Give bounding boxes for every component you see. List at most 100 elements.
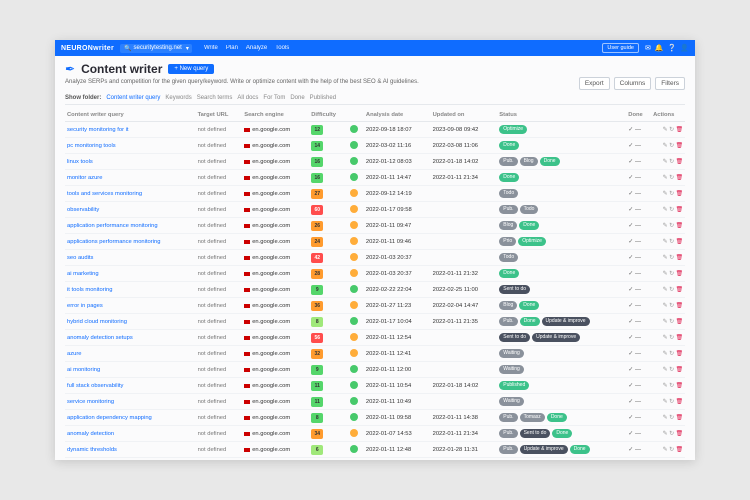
- refresh-icon[interactable]: ↻: [669, 351, 674, 357]
- done-icon[interactable]: ✓ —: [628, 271, 641, 277]
- query-link[interactable]: ai monitoring: [67, 367, 100, 373]
- status-pill[interactable]: Todo: [499, 253, 518, 262]
- done-icon[interactable]: ✓ —: [628, 239, 641, 245]
- col-header[interactable]: Status: [497, 109, 626, 122]
- status-pill[interactable]: Done: [499, 269, 519, 278]
- refresh-icon[interactable]: ↻: [669, 255, 674, 261]
- done-icon[interactable]: ✓ —: [628, 287, 641, 293]
- delete-icon[interactable]: 🗑: [676, 143, 683, 149]
- refresh-icon[interactable]: ↻: [669, 223, 674, 229]
- project-search[interactable]: 🔍 securitytesting.net ▾: [120, 44, 192, 53]
- refresh-icon[interactable]: ↻: [669, 207, 674, 213]
- done-icon[interactable]: ✓ —: [628, 335, 641, 341]
- edit-icon[interactable]: ✎: [663, 287, 668, 293]
- status-pill[interactable]: Done: [519, 301, 539, 310]
- query-link[interactable]: full stack observability: [67, 383, 123, 389]
- edit-icon[interactable]: ✎: [663, 175, 668, 181]
- query-link[interactable]: applications performance monitoring: [67, 239, 160, 245]
- refresh-icon[interactable]: ↻: [669, 367, 674, 373]
- query-link[interactable]: anomaly detection setups: [67, 335, 133, 341]
- status-pill[interactable]: Sent to do: [499, 285, 530, 294]
- help-icon[interactable]: ❔: [668, 44, 677, 52]
- status-pill[interactable]: Optimize: [499, 125, 527, 134]
- query-link[interactable]: hybrid cloud monitoring: [67, 319, 127, 325]
- query-link[interactable]: observability: [67, 207, 99, 213]
- query-link[interactable]: security monitoring for it: [67, 127, 129, 133]
- edit-icon[interactable]: ✎: [663, 335, 668, 341]
- status-pill[interactable]: Done: [540, 157, 560, 166]
- query-link[interactable]: dynamic thresholds: [67, 447, 117, 453]
- done-icon[interactable]: ✓ —: [628, 319, 641, 325]
- delete-icon[interactable]: 🗑: [676, 271, 683, 277]
- col-header[interactable]: Search engine: [242, 109, 309, 122]
- status-pill[interactable]: Todo: [499, 189, 518, 198]
- done-icon[interactable]: ✓ —: [628, 383, 641, 389]
- delete-icon[interactable]: 🗑: [676, 191, 683, 197]
- query-link[interactable]: anomaly detection: [67, 431, 114, 437]
- edit-icon[interactable]: ✎: [663, 351, 668, 357]
- delete-icon[interactable]: 🗑: [676, 447, 683, 453]
- status-pill[interactable]: Done: [552, 429, 572, 438]
- done-icon[interactable]: ✓ —: [628, 223, 641, 229]
- done-icon[interactable]: ✓ —: [628, 447, 641, 453]
- tab-item[interactable]: For Tom: [263, 95, 285, 101]
- status-pill[interactable]: Tomasz: [520, 413, 545, 422]
- delete-icon[interactable]: 🗑: [676, 431, 683, 437]
- query-link[interactable]: ai marketing: [67, 271, 99, 277]
- status-pill[interactable]: Blog: [520, 157, 538, 166]
- bell-icon[interactable]: 🔔: [655, 44, 664, 52]
- query-link[interactable]: tools and services monitoring: [67, 191, 142, 197]
- col-header[interactable]: Analysis date: [364, 109, 431, 122]
- tab-item[interactable]: Keywords: [165, 95, 191, 101]
- nav-write[interactable]: Write: [204, 45, 218, 51]
- delete-icon[interactable]: 🗑: [676, 415, 683, 421]
- done-icon[interactable]: ✓ —: [628, 399, 641, 405]
- new-query-button[interactable]: + New query: [168, 64, 214, 74]
- edit-icon[interactable]: ✎: [663, 399, 668, 405]
- filters-button[interactable]: Filters: [655, 77, 685, 90]
- col-header[interactable]: Difficulty: [309, 109, 348, 122]
- edit-icon[interactable]: ✎: [663, 207, 668, 213]
- avatar[interactable]: 👤: [680, 44, 689, 52]
- edit-icon[interactable]: ✎: [663, 271, 668, 277]
- tab-item[interactable]: Done: [290, 95, 304, 101]
- nav-tools[interactable]: Tools: [275, 45, 289, 51]
- delete-icon[interactable]: 🗑: [676, 399, 683, 405]
- done-icon[interactable]: ✓ —: [628, 255, 641, 261]
- status-pill[interactable]: Sent to do: [520, 429, 551, 438]
- status-pill[interactable]: Published: [499, 381, 529, 390]
- delete-icon[interactable]: 🗑: [676, 287, 683, 293]
- query-link[interactable]: application performance monitoring: [67, 223, 158, 229]
- status-pill[interactable]: Blog: [499, 221, 517, 230]
- delete-icon[interactable]: 🗑: [676, 159, 683, 165]
- tab-item[interactable]: Search terms: [197, 95, 233, 101]
- delete-icon[interactable]: 🗑: [676, 367, 683, 373]
- status-pill[interactable]: Pub.: [499, 317, 517, 326]
- delete-icon[interactable]: 🗑: [676, 255, 683, 261]
- user-guide-button[interactable]: User guide: [602, 43, 639, 53]
- refresh-icon[interactable]: ↻: [669, 399, 674, 405]
- status-pill[interactable]: Done: [570, 445, 590, 454]
- done-icon[interactable]: ✓ —: [628, 191, 641, 197]
- done-icon[interactable]: ✓ —: [628, 175, 641, 181]
- done-icon[interactable]: ✓ —: [628, 127, 641, 133]
- delete-icon[interactable]: 🗑: [676, 383, 683, 389]
- delete-icon[interactable]: 🗑: [676, 239, 683, 245]
- refresh-icon[interactable]: ↻: [669, 303, 674, 309]
- edit-icon[interactable]: ✎: [663, 143, 668, 149]
- query-link[interactable]: application dependency mapping: [67, 415, 152, 421]
- status-pill[interactable]: Update & improve: [542, 317, 590, 326]
- col-header[interactable]: Done: [626, 109, 651, 122]
- status-pill[interactable]: Pub.: [499, 413, 517, 422]
- edit-icon[interactable]: ✎: [663, 367, 668, 373]
- edit-icon[interactable]: ✎: [663, 127, 668, 133]
- status-pill[interactable]: Blog: [499, 301, 517, 310]
- edit-icon[interactable]: ✎: [663, 447, 668, 453]
- status-pill[interactable]: Waiting: [499, 365, 524, 374]
- edit-icon[interactable]: ✎: [663, 383, 668, 389]
- col-header[interactable]: Target URL: [196, 109, 243, 122]
- status-pill[interactable]: Done: [520, 317, 540, 326]
- delete-icon[interactable]: 🗑: [676, 207, 683, 213]
- tab-active[interactable]: Content writer query: [106, 95, 160, 101]
- brand-logo[interactable]: NEURONwriter: [61, 45, 114, 52]
